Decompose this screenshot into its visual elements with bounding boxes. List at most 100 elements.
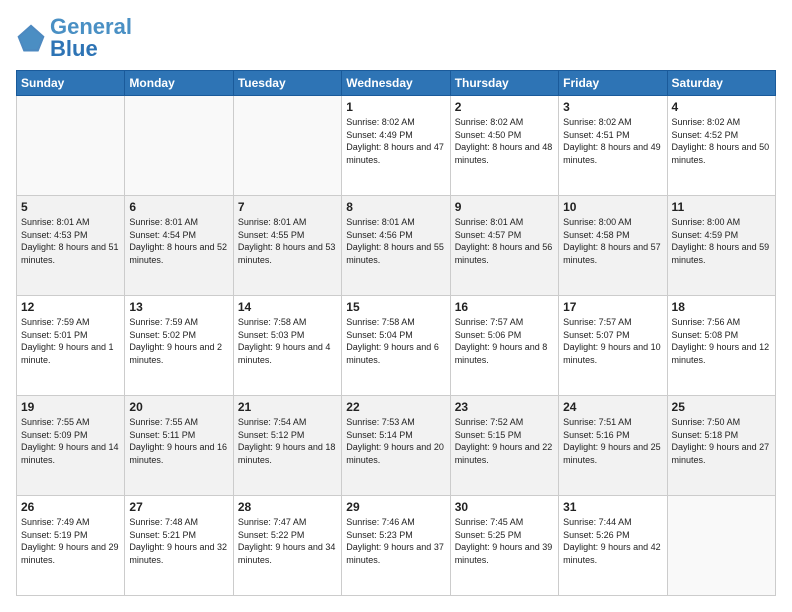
calendar-cell: 23 Sunrise: 7:52 AM Sunset: 5:15 PM Dayli…: [450, 396, 558, 496]
calendar-cell: 21Sunrise: 7:54 AM Sunset: 5:12 PM Dayli…: [233, 396, 341, 496]
calendar-cell: 5 Sunrise: 8:01 AM Sunset: 4:53 PM Daylig…: [17, 196, 125, 296]
day-info: Sunrise: 8:01 AM Sunset: 4:53 PM Dayligh…: [21, 216, 120, 266]
calendar-cell: 2 Sunrise: 8:02 AM Sunset: 4:50 PM Daylig…: [450, 96, 558, 196]
calendar-cell: 10Sunrise: 8:00 AM Sunset: 4:58 PM Dayli…: [559, 196, 667, 296]
day-info: Sunrise: 8:01 AM Sunset: 4:55 PM Dayligh…: [238, 216, 337, 266]
logo-name: GeneralBlue: [50, 16, 132, 60]
weekday-header: Sunday: [17, 71, 125, 96]
day-number: 12: [21, 300, 120, 314]
calendar-cell: 20 Sunrise: 7:55 AM Sunset: 5:11 PM Dayli…: [125, 396, 233, 496]
day-info: Sunrise: 8:01 AM Sunset: 4:56 PM Dayligh…: [346, 216, 445, 266]
day-info: Sunrise: 7:58 AM Sunset: 5:04 PM Dayligh…: [346, 316, 445, 366]
calendar-cell: 29 Sunrise: 7:46 AM Sunset: 5:23 PM Dayli…: [342, 496, 450, 596]
day-number: 5: [21, 200, 120, 214]
calendar-cell: 12 Sunrise: 7:59 AM Sunset: 5:01 PM Dayli…: [17, 296, 125, 396]
day-info: Sunrise: 7:44 AM Sunset: 5:26 PM Dayligh…: [563, 516, 662, 566]
calendar-cell: 7 Sunrise: 8:01 AM Sunset: 4:55 PM Daylig…: [233, 196, 341, 296]
day-number: 10: [563, 200, 662, 214]
day-number: 13: [129, 300, 228, 314]
calendar-cell: 24Sunrise: 7:51 AM Sunset: 5:16 PM Dayli…: [559, 396, 667, 496]
calendar-header-row: SundayMondayTuesdayWednesdayThursdayFrid…: [17, 71, 776, 96]
weekday-header: Wednesday: [342, 71, 450, 96]
day-number: 20: [129, 400, 228, 414]
day-info: Sunrise: 7:59 AM Sunset: 5:02 PM Dayligh…: [129, 316, 228, 366]
calendar-cell: 11 Sunrise: 8:00 AM Sunset: 4:59 PM Dayli…: [667, 196, 775, 296]
day-number: 29: [346, 500, 445, 514]
calendar-week-row: 19Sunrise: 7:55 AM Sunset: 5:09 PM Dayli…: [17, 396, 776, 496]
calendar-cell: 9Sunrise: 8:01 AM Sunset: 4:57 PM Daylig…: [450, 196, 558, 296]
day-number: 8: [346, 200, 445, 214]
day-info: Sunrise: 8:02 AM Sunset: 4:49 PM Dayligh…: [346, 116, 445, 166]
day-info: Sunrise: 8:02 AM Sunset: 4:50 PM Dayligh…: [455, 116, 554, 166]
calendar-cell: 1 Sunrise: 8:02 AM Sunset: 4:49 PM Daylig…: [342, 96, 450, 196]
calendar-cell: 18 Sunrise: 7:56 AM Sunset: 5:08 PM Dayli…: [667, 296, 775, 396]
day-number: 18: [672, 300, 771, 314]
calendar-body: 1 Sunrise: 8:02 AM Sunset: 4:49 PM Daylig…: [17, 96, 776, 596]
day-number: 23: [455, 400, 554, 414]
day-info: Sunrise: 7:58 AM Sunset: 5:03 PM Dayligh…: [238, 316, 337, 366]
day-info: Sunrise: 7:54 AM Sunset: 5:12 PM Dayligh…: [238, 416, 337, 466]
page: GeneralBlue SundayMondayTuesdayWednesday…: [0, 0, 792, 612]
day-number: 4: [672, 100, 771, 114]
day-number: 7: [238, 200, 337, 214]
day-number: 28: [238, 500, 337, 514]
calendar-week-row: 1 Sunrise: 8:02 AM Sunset: 4:49 PM Daylig…: [17, 96, 776, 196]
day-info: Sunrise: 8:01 AM Sunset: 4:54 PM Dayligh…: [129, 216, 228, 266]
day-number: 16: [455, 300, 554, 314]
calendar-cell: 3 Sunrise: 8:02 AM Sunset: 4:51 PM Daylig…: [559, 96, 667, 196]
calendar-cell: 16 Sunrise: 7:57 AM Sunset: 5:06 PM Dayli…: [450, 296, 558, 396]
weekday-header: Friday: [559, 71, 667, 96]
calendar-week-row: 5 Sunrise: 8:01 AM Sunset: 4:53 PM Daylig…: [17, 196, 776, 296]
day-number: 24: [563, 400, 662, 414]
calendar-cell: 14Sunrise: 7:58 AM Sunset: 5:03 PM Dayli…: [233, 296, 341, 396]
day-number: 17: [563, 300, 662, 314]
day-info: Sunrise: 8:02 AM Sunset: 4:51 PM Dayligh…: [563, 116, 662, 166]
day-number: 6: [129, 200, 228, 214]
day-info: Sunrise: 7:53 AM Sunset: 5:14 PM Dayligh…: [346, 416, 445, 466]
calendar-cell: 13 Sunrise: 7:59 AM Sunset: 5:02 PM Dayli…: [125, 296, 233, 396]
calendar-cell: [667, 496, 775, 596]
day-info: Sunrise: 8:00 AM Sunset: 4:59 PM Dayligh…: [672, 216, 771, 266]
day-number: 1: [346, 100, 445, 114]
weekday-header: Thursday: [450, 71, 558, 96]
day-number: 31: [563, 500, 662, 514]
day-info: Sunrise: 7:56 AM Sunset: 5:08 PM Dayligh…: [672, 316, 771, 366]
calendar-cell: 4 Sunrise: 8:02 AM Sunset: 4:52 PM Daylig…: [667, 96, 775, 196]
day-info: Sunrise: 7:45 AM Sunset: 5:25 PM Dayligh…: [455, 516, 554, 566]
day-info: Sunrise: 7:55 AM Sunset: 5:11 PM Dayligh…: [129, 416, 228, 466]
day-number: 26: [21, 500, 120, 514]
day-number: 15: [346, 300, 445, 314]
day-number: 27: [129, 500, 228, 514]
day-number: 22: [346, 400, 445, 414]
day-info: Sunrise: 7:50 AM Sunset: 5:18 PM Dayligh…: [672, 416, 771, 466]
day-info: Sunrise: 7:46 AM Sunset: 5:23 PM Dayligh…: [346, 516, 445, 566]
calendar-cell: 31 Sunrise: 7:44 AM Sunset: 5:26 PM Dayli…: [559, 496, 667, 596]
day-info: Sunrise: 8:01 AM Sunset: 4:57 PM Dayligh…: [455, 216, 554, 266]
day-info: Sunrise: 7:48 AM Sunset: 5:21 PM Dayligh…: [129, 516, 228, 566]
calendar-cell: 22 Sunrise: 7:53 AM Sunset: 5:14 PM Dayli…: [342, 396, 450, 496]
day-number: 30: [455, 500, 554, 514]
calendar-cell: [17, 96, 125, 196]
logo: GeneralBlue: [16, 16, 132, 60]
calendar-cell: 17 Sunrise: 7:57 AM Sunset: 5:07 PM Dayli…: [559, 296, 667, 396]
calendar-cell: 30 Sunrise: 7:45 AM Sunset: 5:25 PM Dayli…: [450, 496, 558, 596]
day-info: Sunrise: 7:49 AM Sunset: 5:19 PM Dayligh…: [21, 516, 120, 566]
day-info: Sunrise: 7:52 AM Sunset: 5:15 PM Dayligh…: [455, 416, 554, 466]
day-number: 3: [563, 100, 662, 114]
day-info: Sunrise: 7:55 AM Sunset: 5:09 PM Dayligh…: [21, 416, 120, 466]
day-info: Sunrise: 8:02 AM Sunset: 4:52 PM Dayligh…: [672, 116, 771, 166]
day-info: Sunrise: 7:47 AM Sunset: 5:22 PM Dayligh…: [238, 516, 337, 566]
day-info: Sunrise: 7:59 AM Sunset: 5:01 PM Dayligh…: [21, 316, 120, 366]
day-number: 11: [672, 200, 771, 214]
calendar-cell: 26 Sunrise: 7:49 AM Sunset: 5:19 PM Dayli…: [17, 496, 125, 596]
calendar-cell: [125, 96, 233, 196]
calendar-cell: 19Sunrise: 7:55 AM Sunset: 5:09 PM Dayli…: [17, 396, 125, 496]
day-info: Sunrise: 7:57 AM Sunset: 5:07 PM Dayligh…: [563, 316, 662, 366]
calendar-cell: 27 Sunrise: 7:48 AM Sunset: 5:21 PM Dayli…: [125, 496, 233, 596]
weekday-header: Saturday: [667, 71, 775, 96]
weekday-header: Monday: [125, 71, 233, 96]
calendar-week-row: 12 Sunrise: 7:59 AM Sunset: 5:01 PM Dayli…: [17, 296, 776, 396]
calendar-cell: 25Sunrise: 7:50 AM Sunset: 5:18 PM Dayli…: [667, 396, 775, 496]
day-info: Sunrise: 7:57 AM Sunset: 5:06 PM Dayligh…: [455, 316, 554, 366]
day-number: 2: [455, 100, 554, 114]
